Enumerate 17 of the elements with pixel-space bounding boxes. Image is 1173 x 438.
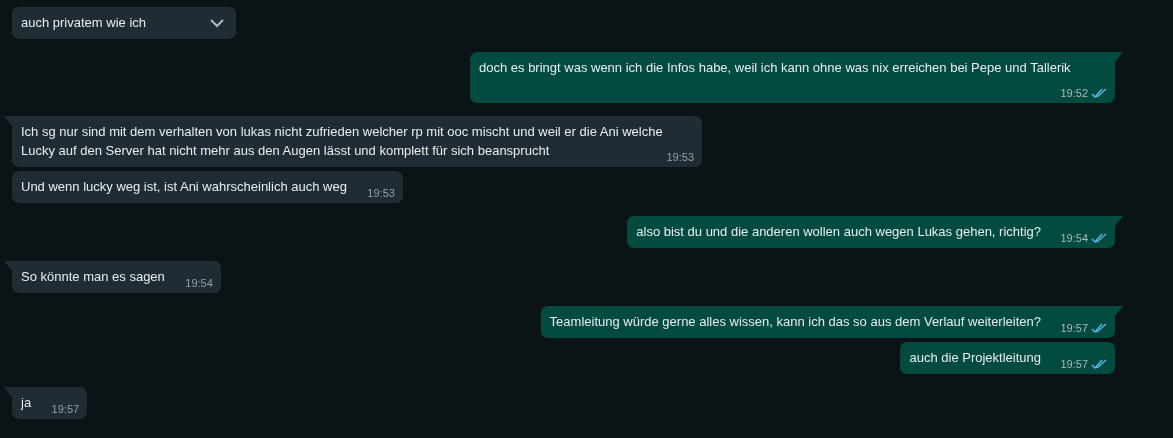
message-time: 19:52 [1060,86,1088,100]
message-time: 19:57 [1060,357,1088,371]
message-text: doch es bringt was wenn ich die Infos habe, weil ich kann ohne was nix erreichen bei Pepe und Tallerik [479,60,1071,75]
message-text: ja [21,395,32,410]
message-text: auch die Projektleitung [909,350,1041,365]
message-time: 19:54 [1060,231,1088,245]
message-time: 19:54 [185,276,213,290]
message-time: 19:57 [51,402,80,416]
message-time: 19:53 [367,186,395,200]
message-text: Ich sg nur sind mit dem verhalten von lukas nicht zufrieden welcher rp mit ooc mischt und weil er die Ani welche Lucky auf den Server hat nicht mehr aus den Augen lässt und komplett für sich beansprucht [21,124,663,158]
message-text: also bist du und die anderen wollen auch wegen Lukas gehen, richtig? [636,224,1041,239]
message-time: 19:57 [1060,321,1088,335]
message-text: Teamleitung würde gerne alles wissen, kann ich das so aus dem Verlauf weiterleiten? [549,314,1041,329]
message-time: 19:53 [666,150,694,164]
message-text: Und wenn lucky weg ist, ist Ani wahrscheinlich auch weg [21,179,347,194]
message-text: So könnte man es sagen [21,269,165,284]
message-text: auch privatem wie ich [21,15,146,30]
